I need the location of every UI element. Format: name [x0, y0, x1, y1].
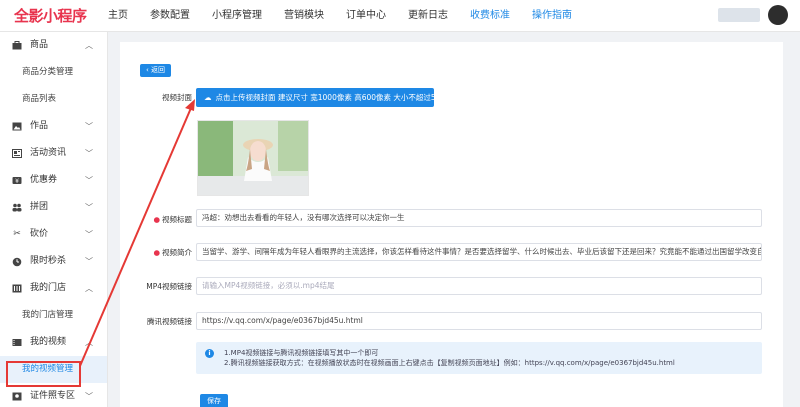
sidebar-item-label: 优惠券 [30, 175, 58, 185]
nav-home[interactable]: 主页 [108, 0, 128, 32]
scissors-icon: ✂ [13, 229, 21, 239]
avatar[interactable] [768, 5, 788, 25]
chevron-down-icon: ﹀ [85, 230, 93, 239]
nav-orders[interactable]: 订单中心 [346, 0, 386, 32]
chevron-down-icon: ﹀ [85, 392, 93, 401]
sidebar-item-bargain[interactable]: ✂ 砍价 ﹀ [0, 221, 107, 248]
mp4-url-input[interactable]: 请输入MP4视频链接，必须以.mp4结尾 [196, 277, 762, 295]
chevron-down-icon: ﹀ [85, 149, 93, 158]
sidebar-item-label: 砍价 [30, 229, 49, 239]
top-navbar: 全影小程序 主页 参数配置 小程序管理 营销模块 订单中心 更新日志 收费标准 … [0, 0, 800, 32]
video-icon [12, 338, 22, 348]
upload-cloud-icon: ☁ [204, 93, 212, 102]
nav-pricing[interactable]: 收费标准 [470, 0, 510, 32]
sidebar-item-label: 活动资讯 [30, 148, 67, 158]
sidebar-item-my-videos[interactable]: 我的视频 ︿ [0, 329, 107, 356]
briefcase-icon [12, 41, 22, 51]
sidebar-item-my-store[interactable]: 我的门店 ︿ [0, 275, 107, 302]
sidebar-item-label: 证件照专区 [30, 391, 76, 401]
back-button[interactable]: ‹ 返回 [140, 64, 172, 77]
nav-changelog[interactable]: 更新日志 [408, 0, 448, 32]
chevron-up-icon: ︿ [85, 338, 93, 347]
sidebar-item-works[interactable]: 作品 ﹀ [0, 113, 107, 140]
link-instructions-notice: i 1.MP4视频链接与腾讯视频链接填写其中一个即可 2.腾讯视频链接获取方式：… [196, 342, 762, 374]
sidebar-subitem-product-category[interactable]: 商品分类管理 [0, 59, 107, 86]
nav-marketing[interactable]: 营销模块 [284, 0, 324, 32]
newspaper-icon [12, 149, 22, 159]
info-icon: i [205, 349, 214, 358]
upload-cover-button-label: 点击上传视频封面 建议尺寸 宽1000像素 高600像素 大小不超过500KB [215, 93, 456, 102]
image-icon [12, 122, 22, 132]
sidebar-item-flash-sale[interactable]: 限时秒杀 ﹀ [0, 248, 107, 275]
chevron-up-icon: ︿ [85, 284, 93, 293]
sidebar-item-label: 商品 [30, 40, 49, 50]
cover-label: 视频封面 [162, 93, 192, 102]
sidebar-item-label: 拼团 [30, 202, 49, 212]
coupon-icon: ¥ [12, 176, 22, 186]
chevron-down-icon: ﹀ [85, 122, 93, 131]
sidebar-subitem-my-store-manage[interactable]: 我的门店管理 [0, 302, 107, 329]
video-title-input[interactable]: 冯超：劝想出去看看的年轻人，没有哪次选择可以决定你一生 [196, 209, 762, 227]
nav-params[interactable]: 参数配置 [150, 0, 190, 32]
tencent-label: 腾讯视频链接 [147, 317, 192, 326]
group-icon [12, 203, 22, 213]
svg-text:¥: ¥ [15, 178, 19, 185]
mp4-label: MP4视频链接 [146, 282, 192, 291]
nav-guide[interactable]: 操作指南 [532, 0, 572, 32]
sidebar-item-label: 我的视频 [30, 337, 67, 347]
nav-miniprogram[interactable]: 小程序管理 [212, 0, 262, 32]
tencent-url-input[interactable]: https://v.qq.com/x/page/e0367bjd45u.html [196, 312, 762, 330]
chevron-down-icon: ﹀ [85, 257, 93, 266]
clock-icon [12, 257, 22, 267]
sidebar-item-label: 我的门店 [30, 283, 67, 293]
id-photo-icon [12, 392, 22, 402]
notice-line-1: 1.MP4视频链接与腾讯视频链接填写其中一个即可 [224, 349, 379, 357]
notice-line-2: 2.腾讯视频链接获取方式：在视频播放状态时在视频画面上右键点击【复制视频页面地址… [224, 359, 675, 367]
store-icon [12, 284, 22, 294]
upload-cover-button[interactable]: ☁ 点击上传视频封面 建议尺寸 宽1000像素 高600像素 大小不超过500KB [196, 88, 455, 107]
sidebar-item-label: 作品 [30, 121, 49, 131]
sidebar: 商品 ︿ 商品分类管理 商品列表 作品 ﹀ 活动资讯 ﹀ ¥ 优惠券 ﹀ 拼团 … [0, 32, 108, 407]
chevron-down-icon: ﹀ [85, 176, 93, 185]
sidebar-subitem-my-video-manage[interactable]: 我的视频管理 [0, 356, 107, 383]
intro-label: ● 视频简介 [153, 248, 192, 257]
sidebar-item-label: 限时秒杀 [30, 256, 67, 266]
save-button[interactable]: 保存 [200, 394, 228, 407]
title-label: ● 视频标题 [153, 215, 192, 224]
sidebar-item-group-buy[interactable]: 拼团 ﹀ [0, 194, 107, 221]
sidebar-item-news[interactable]: 活动资讯 ﹀ [0, 140, 107, 167]
sidebar-item-id-photo[interactable]: 证件照专区 ﹀ [0, 383, 107, 407]
cover-thumbnail [197, 120, 309, 196]
main-nav: 主页 参数配置 小程序管理 营销模块 订单中心 更新日志 收费标准 操作指南 [108, 0, 594, 32]
username-blurred[interactable] [718, 8, 760, 22]
video-edit-form: ‹ 返回 视频封面 ☁ 点击上传视频封面 建议尺寸 宽1000像素 高600像素 … [120, 42, 783, 407]
sidebar-item-products[interactable]: 商品 ︿ [0, 32, 107, 59]
sidebar-subitem-product-list[interactable]: 商品列表 [0, 86, 107, 113]
app-logo[interactable]: 全影小程序 [14, 5, 87, 26]
video-intro-input[interactable]: 当留学、游学、间隔年成为年轻人看眼界的主流选择，你该怎样看待这件事情？是否要选择… [196, 243, 762, 261]
sidebar-item-coupons[interactable]: ¥ 优惠券 ﹀ [0, 167, 107, 194]
chevron-up-icon: ︿ [85, 41, 93, 50]
chevron-down-icon: ﹀ [85, 203, 93, 212]
